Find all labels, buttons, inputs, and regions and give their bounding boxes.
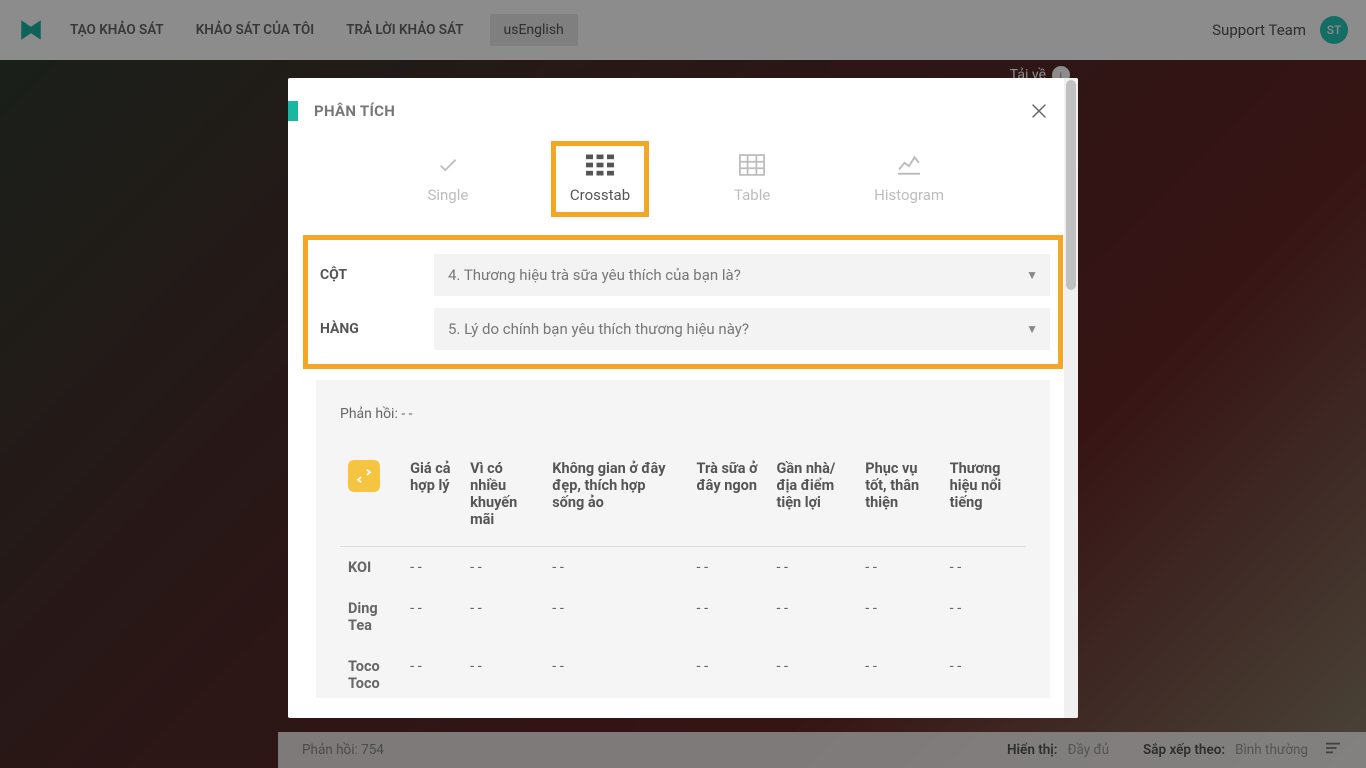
- col-header: Giá cả hợp lý: [402, 448, 462, 547]
- row-label: KOI: [340, 547, 402, 589]
- column-select-value: 4. Thương hiệu trà sữa yêu thích của bạn…: [448, 266, 741, 284]
- row-label: Toco Toco: [340, 646, 402, 698]
- histogram-icon: [895, 154, 923, 176]
- crosstab-table: Giá cả hợp lý Vì có nhiều khuyến mãi Khô…: [340, 448, 1026, 698]
- cell: - -: [942, 646, 1026, 698]
- crosstab-selectors: CỘT 4. Thương hiệu trà sữa yêu thích của…: [306, 238, 1060, 366]
- cell: - -: [462, 547, 544, 589]
- row-label: Ding Tea: [340, 588, 402, 646]
- analysis-modal: PHÂN TÍCH Single: [288, 78, 1078, 718]
- cell: - -: [462, 646, 544, 698]
- cell: - -: [402, 547, 462, 589]
- scrollbar-thumb[interactable]: [1066, 80, 1076, 290]
- column-label: CỘT: [316, 267, 416, 283]
- cell: - -: [689, 547, 769, 589]
- tab-table-label: Table: [734, 186, 770, 204]
- crosstab-results: Phản hồi: - - Giá cả hợp lý Vì có nhiều …: [316, 380, 1050, 698]
- table-row: Toco Toco- -- -- -- -- -- -- -: [340, 646, 1026, 698]
- col-header: Phục vụ tốt, thân thiện: [857, 448, 941, 547]
- analysis-tabs: Single Crosstab Table: [288, 130, 1078, 238]
- modal-header: PHÂN TÍCH: [288, 78, 1078, 130]
- tab-histogram[interactable]: Histogram: [858, 144, 960, 214]
- cell: - -: [857, 547, 941, 589]
- column-selector-row: CỘT 4. Thương hiệu trà sữa yêu thích của…: [316, 248, 1050, 302]
- modal-scrollbar[interactable]: [1064, 78, 1078, 718]
- close-icon[interactable]: [1028, 100, 1050, 122]
- tab-single[interactable]: Single: [406, 144, 490, 214]
- col-header: Trà sữa ở đây ngon: [689, 448, 769, 547]
- cell: - -: [689, 588, 769, 646]
- cell: - -: [462, 588, 544, 646]
- cell: - -: [402, 646, 462, 698]
- row-label: HÀNG: [316, 321, 416, 337]
- col-header: Vì có nhiều khuyến mãi: [462, 448, 544, 547]
- cell: - -: [402, 588, 462, 646]
- cell: - -: [544, 588, 688, 646]
- cell: - -: [857, 646, 941, 698]
- tab-histogram-label: Histogram: [874, 186, 944, 204]
- table-row: KOI- -- -- -- -- -- -- -: [340, 547, 1026, 589]
- cell: - -: [768, 547, 857, 589]
- table-row: Ding Tea- -- -- -- -- -- -- -: [340, 588, 1026, 646]
- row-select[interactable]: 5. Lý do chính bạn yêu thích thương hiệu…: [434, 308, 1050, 350]
- tab-table[interactable]: Table: [710, 144, 794, 214]
- accent-bar: [288, 101, 298, 121]
- cell: - -: [942, 588, 1026, 646]
- tab-crosstab[interactable]: Crosstab: [554, 144, 646, 214]
- cell: - -: [942, 547, 1026, 589]
- cell: - -: [768, 646, 857, 698]
- chevron-down-icon: ▼: [1026, 268, 1038, 282]
- col-header: Thương hiệu nổi tiếng: [942, 448, 1026, 547]
- check-icon: [434, 154, 462, 176]
- cell: - -: [689, 646, 769, 698]
- col-header: Không gian ở đây đẹp, thích hợp sống ảo: [544, 448, 688, 547]
- chevron-down-icon: ▼: [1026, 322, 1038, 336]
- cell: - -: [768, 588, 857, 646]
- column-select[interactable]: 4. Thương hiệu trà sữa yêu thích của bạn…: [434, 254, 1050, 296]
- grid-icon: [586, 154, 614, 176]
- response-count: Phản hồi: - -: [340, 406, 1026, 422]
- cell: - -: [544, 646, 688, 698]
- row-selector-row: HÀNG 5. Lý do chính bạn yêu thích thương…: [316, 302, 1050, 356]
- modal-title: PHÂN TÍCH: [314, 102, 395, 120]
- cell: - -: [857, 588, 941, 646]
- cell: - -: [544, 547, 688, 589]
- tab-single-label: Single: [427, 186, 468, 204]
- row-select-value: 5. Lý do chính bạn yêu thích thương hiệu…: [448, 320, 749, 338]
- table-icon: [738, 154, 766, 176]
- tab-crosstab-label: Crosstab: [570, 186, 630, 204]
- swap-axes-button[interactable]: [348, 460, 380, 492]
- col-header: Gần nhà/ địa điểm tiện lợi: [768, 448, 857, 547]
